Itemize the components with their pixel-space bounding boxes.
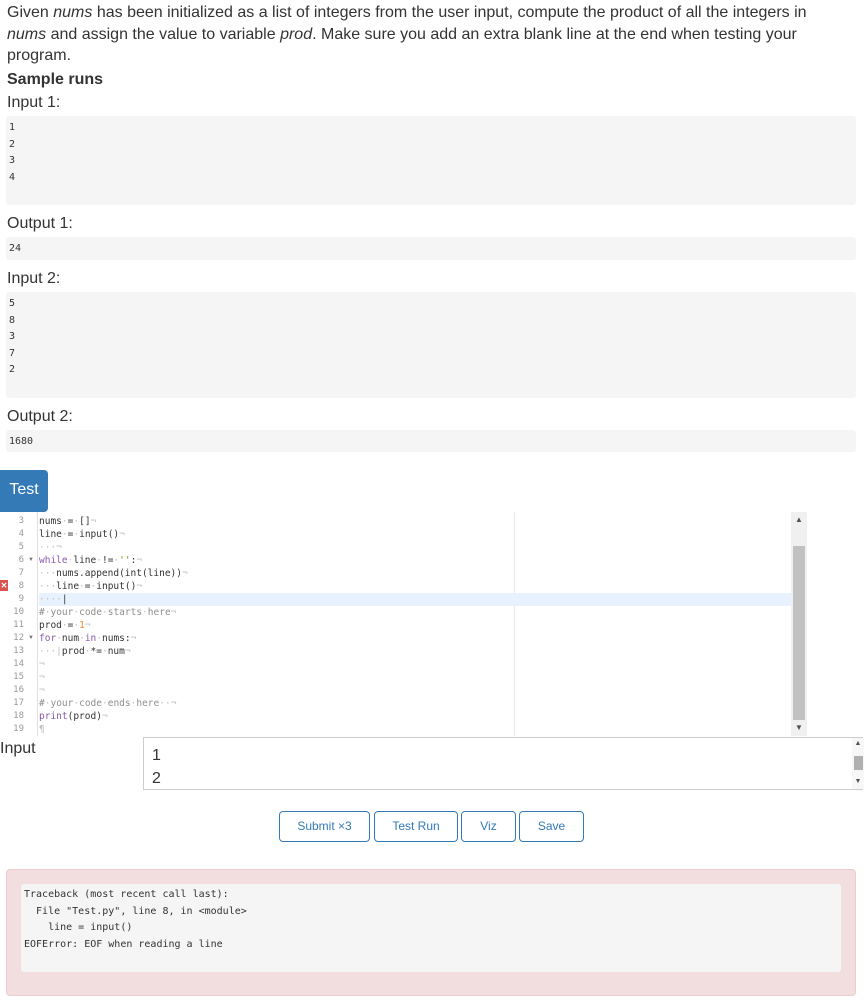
code-line-active[interactable]: ····|	[39, 593, 791, 606]
code-line[interactable]: ···|prod·*=·num¬	[39, 645, 791, 658]
editor-scrollbar[interactable]: ▲ ▼	[791, 512, 807, 736]
line-number: 15	[13, 672, 24, 682]
traceback-output: Traceback (most recent call last): File …	[21, 884, 841, 972]
line-number: 17	[13, 698, 24, 708]
scroll-down-icon[interactable]: ▼	[852, 778, 864, 785]
line-number: 5	[18, 542, 24, 552]
editor-gutter: 3 4 5 6 ▼ 7 ✕ 8 9 10 11 12 ▼ 13 14 15 16…	[0, 512, 37, 736]
line-number: 13	[13, 646, 24, 656]
line-number: 8	[18, 581, 24, 591]
code-line[interactable]: ¬	[39, 684, 791, 697]
line-number: 18	[13, 711, 24, 721]
line-number: 9	[18, 594, 24, 604]
save-button[interactable]: Save	[519, 811, 584, 842]
code-line[interactable]: ···nums.append(int(line))¬	[39, 567, 791, 580]
code-line[interactable]: #·your·code·ends·here··¬	[39, 697, 791, 710]
var-nums: nums	[53, 4, 93, 21]
viz-button[interactable]: Viz	[461, 811, 516, 842]
code-line[interactable]: ···line·=·input()¬	[39, 580, 791, 593]
output-2-label: Output 2:	[7, 408, 73, 425]
code-line[interactable]: ¶	[39, 723, 791, 736]
code-line[interactable]: while·line·!=·'':¬	[39, 554, 791, 567]
submit-button[interactable]: Submit ×3	[279, 811, 370, 842]
input-2-label: Input 2:	[7, 270, 61, 287]
code-line[interactable]: prod·=·1¬	[39, 619, 791, 632]
code-line[interactable]: ¬	[39, 658, 791, 671]
gutter-divider	[37, 512, 38, 736]
line-number: 14	[13, 659, 24, 669]
input-scrollbar[interactable]: ▲ ▼	[852, 738, 864, 789]
code-line[interactable]: ¬	[39, 671, 791, 684]
line-number: 7	[18, 568, 24, 578]
code-line[interactable]: ···¬	[39, 541, 791, 554]
error-alert: Traceback (most recent call last): File …	[6, 869, 856, 996]
output-1-block: 24	[6, 237, 856, 260]
line-number: 19	[13, 724, 24, 734]
problem-statement: Given nums has been initialized as a lis…	[7, 4, 807, 64]
scroll-up-icon[interactable]: ▲	[791, 515, 807, 524]
input-label: Input	[0, 740, 36, 757]
input-1-label: Input 1:	[7, 94, 61, 111]
code-content[interactable]: nums·=·[]¬ line·=·input()¬ ···¬ while·li…	[39, 512, 791, 736]
code-line[interactable]: nums·=·[]¬	[39, 515, 791, 528]
sample-runs-heading: Sample runs	[7, 71, 104, 88]
code-line[interactable]: line·=·input()¬	[39, 528, 791, 541]
code-line[interactable]: for·num·in·nums:¬	[39, 632, 791, 645]
input-1-block: 1 2 3 4	[6, 116, 856, 205]
fold-toggle-icon[interactable]: ▼	[28, 632, 35, 645]
line-number: 4	[18, 529, 24, 539]
line-number: 10	[13, 607, 24, 617]
var-prod: prod	[280, 25, 313, 43]
line-number: 16	[13, 685, 24, 695]
line-number: 6	[18, 555, 24, 565]
scroll-down-icon[interactable]: ▼	[791, 723, 807, 732]
output-2-block: 1680	[6, 430, 856, 452]
var-nums: nums	[7, 25, 47, 43]
scrollbar-thumb[interactable]	[854, 756, 863, 770]
line-number: 3	[18, 516, 24, 526]
code-editor[interactable]: 3 4 5 6 ▼ 7 ✕ 8 9 10 11 12 ▼ 13 14 15 16…	[0, 512, 808, 736]
code-line[interactable]: #·your·code·starts·here¬	[39, 606, 791, 619]
tab-test[interactable]: Test	[0, 470, 48, 512]
program-input-field[interactable]: 1 2	[143, 737, 863, 790]
test-run-button[interactable]: Test Run	[374, 811, 458, 842]
fold-toggle-icon[interactable]: ▼	[28, 554, 35, 567]
line-number: 12	[13, 633, 24, 643]
scroll-up-icon[interactable]: ▲	[852, 740, 864, 747]
scrollbar-thumb[interactable]	[793, 546, 805, 720]
output-1-label: Output 1:	[7, 215, 73, 232]
code-line[interactable]: print(prod)¬	[39, 710, 791, 723]
input-2-block: 5 8 3 7 2	[6, 292, 856, 398]
line-number: 11	[13, 620, 24, 630]
